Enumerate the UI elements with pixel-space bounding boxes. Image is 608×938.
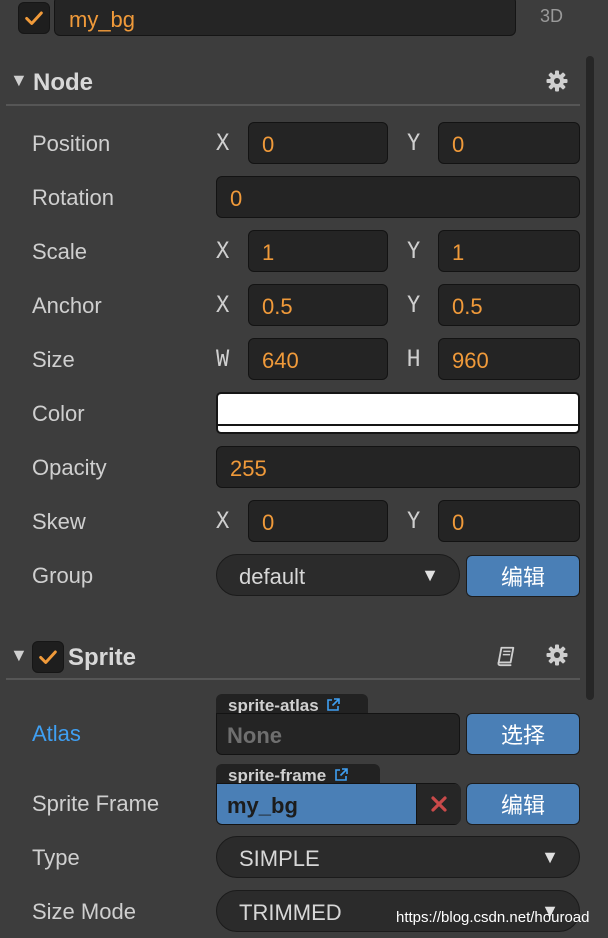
rotation-input[interactable]: 0 bbox=[216, 176, 580, 218]
atlas-label[interactable]: Atlas bbox=[32, 721, 81, 747]
external-link-icon[interactable] bbox=[325, 697, 341, 713]
size-mode-select-value: TRIMMED bbox=[239, 900, 342, 925]
size-height-input[interactable]: 960 bbox=[438, 338, 580, 380]
skew-x-axis-label: X bbox=[216, 509, 230, 534]
group-select[interactable]: default ▼ bbox=[216, 554, 460, 596]
type-select-value: SIMPLE bbox=[239, 846, 320, 871]
dropdown-arrow-icon: ▼ bbox=[541, 847, 559, 867]
group-select-value: default bbox=[239, 564, 306, 589]
check-icon bbox=[25, 11, 43, 25]
scrollbar[interactable] bbox=[586, 56, 594, 700]
position-x-input[interactable]: 0 bbox=[248, 122, 388, 164]
size-width-input[interactable]: 640 bbox=[248, 338, 388, 380]
group-edit-button[interactable]: 编辑 bbox=[466, 555, 580, 597]
node-name-input[interactable]: my_bg bbox=[54, 0, 516, 36]
3d-toggle[interactable]: 3D bbox=[540, 6, 563, 27]
x-icon bbox=[431, 796, 447, 812]
section-divider bbox=[6, 104, 580, 106]
position-label: Position bbox=[32, 131, 111, 156]
group-label: Group bbox=[32, 563, 94, 588]
skew-y-input[interactable]: 0 bbox=[438, 500, 580, 542]
atlas-asset-field[interactable]: None bbox=[216, 713, 460, 755]
position-x-axis-label: X bbox=[216, 131, 230, 156]
dropdown-arrow-icon: ▼ bbox=[421, 565, 439, 585]
sprite-frame-edit-button[interactable]: 编辑 bbox=[466, 783, 580, 825]
scale-y-axis-label: Y bbox=[407, 239, 421, 264]
node-section-title: Node bbox=[33, 69, 93, 96]
rotation-label: Rotation bbox=[32, 185, 114, 210]
skew-x-input[interactable]: 0 bbox=[248, 500, 388, 542]
sprite-enabled-checkbox[interactable] bbox=[32, 641, 64, 673]
position-y-input[interactable]: 0 bbox=[438, 122, 580, 164]
inspector-panel: my_bg 3D ▼ Node Position X 0 Y 0 Rotatio… bbox=[0, 0, 608, 938]
alpha-bar bbox=[218, 424, 578, 426]
section-divider bbox=[6, 678, 580, 680]
check-icon bbox=[39, 650, 57, 664]
node-active-checkbox[interactable] bbox=[18, 2, 50, 34]
watermark-text: https://blog.csdn.net/houroad bbox=[396, 909, 590, 926]
anchor-y-input[interactable]: 0.5 bbox=[438, 284, 580, 326]
size-mode-label: Size Mode bbox=[32, 899, 136, 924]
color-label: Color bbox=[32, 401, 85, 426]
opacity-label: Opacity bbox=[32, 455, 107, 480]
anchor-x-axis-label: X bbox=[216, 293, 230, 318]
scale-y-input[interactable]: 1 bbox=[438, 230, 580, 272]
anchor-x-input[interactable]: 0.5 bbox=[248, 284, 388, 326]
position-y-axis-label: Y bbox=[407, 131, 421, 156]
size-label: Size bbox=[32, 347, 75, 372]
scale-x-axis-label: X bbox=[216, 239, 230, 264]
scale-x-input[interactable]: 1 bbox=[248, 230, 388, 272]
color-picker-swatch[interactable] bbox=[216, 392, 580, 434]
sprite-frame-label: Sprite Frame bbox=[32, 791, 160, 816]
sprite-section-title: Sprite bbox=[68, 644, 137, 671]
anchor-label: Anchor bbox=[32, 293, 102, 318]
scale-label: Scale bbox=[32, 239, 88, 264]
atlas-select-button[interactable]: 选择 bbox=[466, 713, 580, 755]
size-h-axis-label: H bbox=[407, 347, 421, 372]
collapse-triangle-icon[interactable]: ▼ bbox=[10, 645, 28, 666]
anchor-y-axis-label: Y bbox=[407, 293, 421, 318]
external-link-icon[interactable] bbox=[333, 767, 349, 783]
gear-icon[interactable] bbox=[545, 69, 569, 93]
book-icon[interactable] bbox=[495, 645, 517, 667]
size-w-axis-label: W bbox=[216, 347, 230, 372]
type-select[interactable]: SIMPLE ▼ bbox=[216, 836, 580, 878]
sprite-frame-clear-button[interactable] bbox=[416, 784, 461, 824]
type-label: Type bbox=[32, 845, 80, 870]
opacity-input[interactable]: 255 bbox=[216, 446, 580, 488]
node-section-header[interactable]: ▼ Node bbox=[0, 58, 582, 104]
gear-icon[interactable] bbox=[545, 643, 569, 667]
skew-label: Skew bbox=[32, 509, 86, 534]
collapse-triangle-icon[interactable]: ▼ bbox=[10, 70, 28, 91]
skew-y-axis-label: Y bbox=[407, 509, 421, 534]
